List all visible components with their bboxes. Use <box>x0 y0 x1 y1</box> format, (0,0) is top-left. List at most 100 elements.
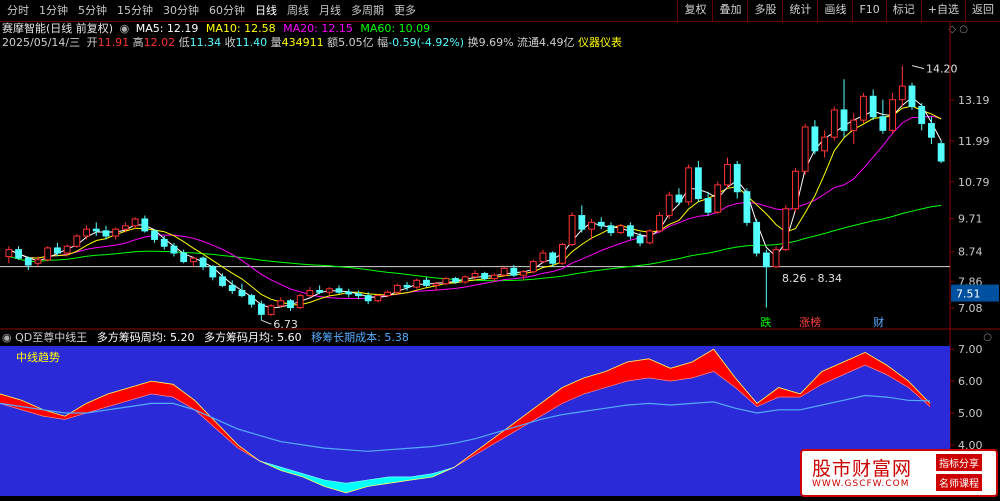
candle-body <box>937 143 945 162</box>
candle-body <box>626 225 634 237</box>
candle-body <box>510 267 518 276</box>
candle-body <box>432 283 440 286</box>
price-tick-label-4: 8.74 <box>958 246 983 259</box>
bull-band <box>626 358 650 382</box>
indicator-tick-label-2: 5.00 <box>958 407 983 420</box>
candle-body <box>928 123 935 138</box>
chart-canvas[interactable]: 13.1911.9910.799.718.747.867.087.5114.20… <box>0 0 1000 501</box>
candle-body <box>656 215 663 232</box>
price-tick-label-1: 11.99 <box>958 135 990 148</box>
candle-body <box>34 259 42 264</box>
indicator-tick-label-0: 7.00 <box>958 343 983 356</box>
price-tick-label-0: 13.19 <box>958 94 990 107</box>
candle-body <box>636 235 644 244</box>
candle-body <box>92 228 100 232</box>
candle-body <box>296 295 304 309</box>
candle-body <box>345 291 353 295</box>
candle-body <box>238 290 246 297</box>
candle-body <box>228 284 236 292</box>
indicator-title: 中线趋势 <box>16 350 60 364</box>
current-price-label: 7.51 <box>956 288 981 301</box>
candle-body <box>73 235 81 247</box>
candle-body <box>277 300 285 307</box>
candle-body <box>597 221 605 227</box>
candle-body <box>374 295 382 302</box>
candle-body <box>442 278 450 285</box>
candle-body <box>267 305 275 315</box>
candle-body <box>724 163 731 186</box>
candle-body <box>520 271 527 276</box>
low-marker <box>261 319 272 325</box>
candle-body <box>24 257 32 266</box>
candle-body <box>840 109 848 131</box>
ma60-line <box>8 204 942 282</box>
candle-body <box>704 198 712 213</box>
candle-body <box>151 230 158 240</box>
candle-body <box>743 191 751 223</box>
candle-body <box>413 279 421 288</box>
candle-body <box>257 303 265 315</box>
candle-body <box>471 272 479 278</box>
candle-body <box>403 284 411 288</box>
candle-body <box>500 267 508 276</box>
watermark-badge-share: 指标分享 <box>936 454 982 471</box>
candle-body <box>219 276 226 286</box>
candle-body <box>393 284 401 293</box>
event-marker-2: 财 <box>873 315 884 329</box>
candle-body <box>646 230 654 244</box>
candle-body <box>772 249 780 268</box>
candle-body <box>568 215 576 246</box>
candle-body <box>821 136 829 152</box>
candle-body <box>811 126 819 152</box>
indicator-tick-label-1: 6.00 <box>958 375 983 388</box>
candle-body <box>792 170 799 210</box>
candle-body <box>539 252 547 263</box>
watermark-badge-course: 名师课程 <box>936 474 982 491</box>
watermark: 股市财富网 WWW.GSCFW.COM 指标分享 名师课程 <box>800 449 998 497</box>
candle-body <box>335 288 343 293</box>
candle-body <box>685 167 693 203</box>
price-tick-label-2: 10.79 <box>958 176 990 189</box>
high-label: 14.20 <box>926 63 958 76</box>
candle-body <box>170 245 178 254</box>
price-tick-label-3: 9.71 <box>958 213 983 226</box>
event-marker-0: 跌 <box>760 315 771 329</box>
candle-body <box>481 272 489 280</box>
candle-body <box>461 276 469 283</box>
candle-body <box>83 228 90 237</box>
candle-body <box>44 247 52 261</box>
price-tick-label-6: 7.08 <box>958 302 983 315</box>
candle-body <box>248 295 256 305</box>
candle-body <box>753 221 761 254</box>
candle-body <box>782 208 790 251</box>
candle-body <box>889 99 897 131</box>
candle-body <box>131 218 139 227</box>
watermark-title: 股市财富网 <box>812 458 913 480</box>
candle-body <box>898 85 906 101</box>
candle-body <box>452 278 459 283</box>
candle-body <box>306 290 314 297</box>
candle-body <box>801 126 809 172</box>
candle-body <box>160 238 168 247</box>
candle-body <box>5 249 13 257</box>
candle-body <box>53 247 61 254</box>
candle-body <box>694 167 702 200</box>
candle-body <box>102 230 110 237</box>
candle-body <box>588 221 595 230</box>
candle-body <box>189 257 197 263</box>
candle-body <box>675 194 683 203</box>
candle-body <box>287 300 294 309</box>
candle-body <box>15 249 22 259</box>
candle-body <box>607 225 615 234</box>
candle-body <box>714 184 722 213</box>
candle-body <box>316 290 324 293</box>
candle-body <box>908 85 916 108</box>
candle-body <box>355 293 362 297</box>
candle-body <box>850 119 858 131</box>
candle-body <box>617 225 625 234</box>
candle-body <box>63 245 71 254</box>
indicator-axis <box>950 348 954 446</box>
candle-body <box>549 252 557 264</box>
candle-body <box>762 252 770 268</box>
price-axis <box>950 99 954 309</box>
